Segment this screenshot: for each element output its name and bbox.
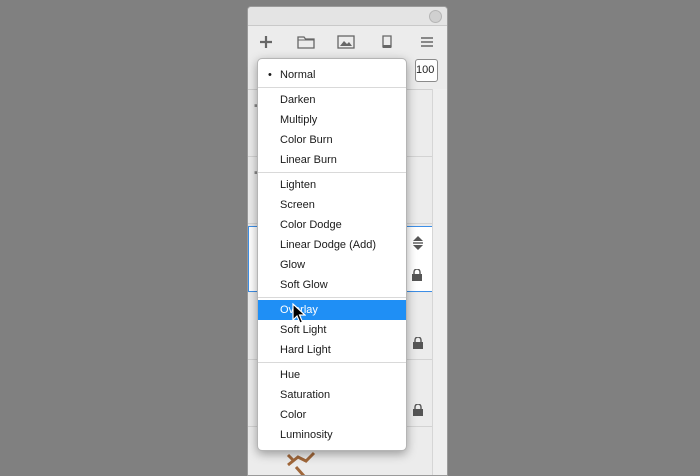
blend-mode-item[interactable]: Soft Glow (258, 275, 406, 295)
menu-separator (258, 172, 406, 173)
folder-icon[interactable] (297, 34, 315, 50)
menu-separator (258, 297, 406, 298)
blend-mode-label: Lighten (280, 179, 317, 191)
selected-bullet-icon: • (268, 69, 272, 81)
blend-mode-item[interactable]: Glow (258, 255, 406, 275)
menu-icon[interactable] (419, 34, 435, 50)
reorder-arrows-icon[interactable] (411, 235, 425, 251)
clipboard-icon[interactable] (379, 34, 395, 50)
blend-mode-label: Darken (280, 94, 316, 106)
blend-mode-label: Saturation (280, 389, 331, 401)
blend-mode-label: Normal (280, 69, 316, 81)
layer-thumbnail (286, 451, 316, 475)
blend-mode-item[interactable]: Hard Light (258, 340, 406, 360)
blend-mode-dropdown: • Normal Darken Multiply Color Burn Linear Bu… (257, 58, 407, 451)
menu-separator (258, 362, 406, 363)
blend-mode-label: Linear Dodge (Add) (280, 239, 377, 251)
blend-mode-item[interactable]: Overlay (258, 300, 406, 320)
lock-transparency-icon[interactable] (412, 404, 424, 416)
blend-mode-label: Soft Light (280, 324, 327, 336)
blend-mode-label: Multiply (280, 114, 318, 126)
blend-mode-item[interactable]: Linear Burn (258, 150, 406, 170)
blend-mode-label: Luminosity (280, 429, 333, 441)
lock-transparency-icon[interactable] (411, 269, 423, 281)
image-icon[interactable] (337, 34, 355, 50)
close-button[interactable] (429, 10, 442, 23)
blend-mode-item[interactable]: • Normal (258, 65, 406, 85)
opacity-field[interactable]: 100 (415, 59, 438, 82)
blend-mode-label: Hue (280, 369, 301, 381)
blend-mode-item[interactable]: Darken (258, 90, 406, 110)
blend-mode-item[interactable]: Soft Light (258, 320, 406, 340)
blend-mode-item[interactable]: Luminosity (258, 425, 406, 445)
blend-mode-item[interactable]: Multiply (258, 110, 406, 130)
blend-mode-label: Linear Burn (280, 154, 337, 166)
blend-mode-label: Soft Glow (280, 279, 328, 291)
menu-separator (258, 87, 406, 88)
panel-titlebar (248, 7, 447, 26)
mouse-cursor (292, 303, 306, 324)
blend-mode-label: Color Dodge (280, 219, 342, 231)
blend-mode-label: Screen (280, 199, 315, 211)
blend-mode-item[interactable]: Saturation (258, 385, 406, 405)
add-layer-icon[interactable] (258, 34, 274, 50)
blend-mode-label: Color Burn (280, 134, 333, 146)
blend-mode-item[interactable]: Linear Dodge (Add) (258, 235, 406, 255)
blend-mode-item[interactable]: Hue (258, 365, 406, 385)
blend-mode-item[interactable]: Screen (258, 195, 406, 215)
blend-mode-item[interactable]: Color Dodge (258, 215, 406, 235)
blend-mode-label: Color (280, 409, 307, 421)
blend-mode-label: Hard Light (280, 344, 331, 356)
blend-mode-item[interactable]: Color Burn (258, 130, 406, 150)
blend-mode-item[interactable]: Lighten (258, 175, 406, 195)
blend-mode-label: Glow (280, 259, 306, 271)
lock-transparency-icon[interactable] (412, 337, 424, 349)
opacity-value: 100 (416, 64, 435, 76)
layers-scrollbar[interactable] (432, 89, 447, 475)
blend-mode-item[interactable]: Color (258, 405, 406, 425)
